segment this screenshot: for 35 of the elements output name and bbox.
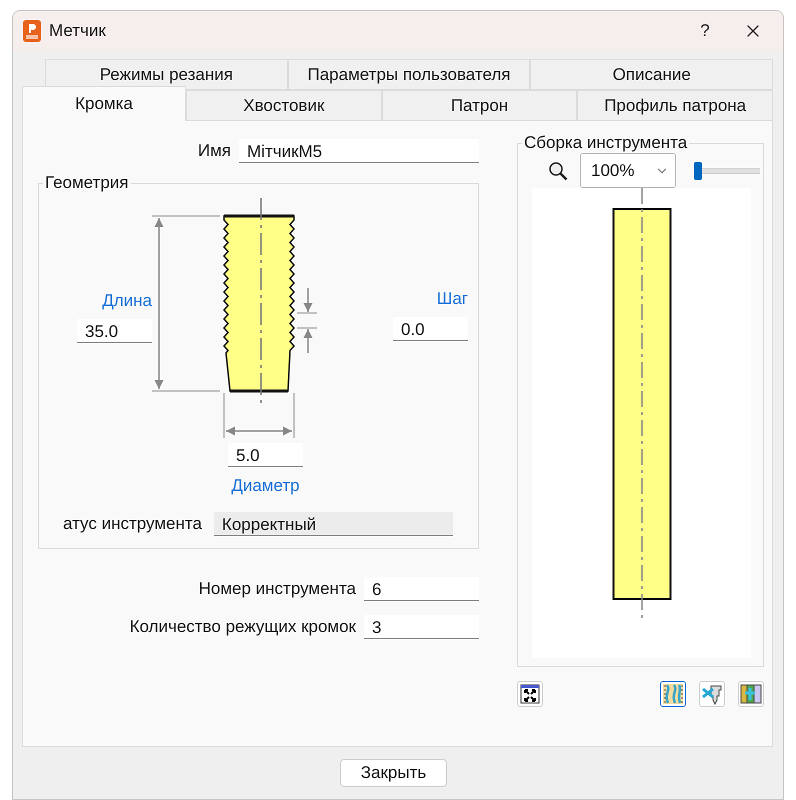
tab[interactable]: Профиль патрона: [577, 90, 774, 121]
diameter-field[interactable]: 5.0: [228, 443, 303, 467]
name-label: Имя: [198, 141, 231, 161]
pitch-label: Шаг: [436, 289, 468, 309]
length-label: Длина: [102, 291, 152, 311]
wavy-lines-icon: [662, 683, 684, 705]
window-title: Метчик: [49, 21, 107, 41]
toolbar-button[interactable]: [660, 681, 686, 707]
name-field[interactable]: МітчикM5: [239, 139, 479, 163]
expand-icon: [520, 684, 540, 704]
flutes-label: Количество режущих кромок: [130, 617, 356, 637]
tab[interactable]: Описание: [530, 59, 774, 90]
pitch-field[interactable]: 0.0: [393, 317, 468, 341]
tab[interactable]: Параметры пользователя: [288, 59, 530, 90]
drill-icon: [701, 683, 723, 705]
tool-number-field[interactable]: 6: [364, 577, 479, 601]
tab[interactable]: Хвостовик: [186, 90, 382, 121]
tab[interactable]: Патрон: [382, 90, 578, 121]
tool-number-label: Номер инструмента: [198, 579, 356, 599]
slider-thumb[interactable]: [694, 162, 702, 180]
tab[interactable]: Режимы резания: [45, 59, 288, 90]
group-title: Геометрия: [44, 173, 130, 193]
close-dialog-button[interactable]: Закрыть: [340, 759, 447, 787]
status-field[interactable]: Корректный: [214, 512, 453, 536]
zoom-icon: [548, 160, 568, 180]
app-icon: [23, 20, 41, 42]
group-title: Сборка инструмента: [523, 133, 688, 153]
status-label: атус инструмента: [63, 514, 202, 534]
columns-icon: [740, 683, 762, 705]
help-button[interactable]: ?: [685, 16, 725, 46]
flutes-field[interactable]: 3: [364, 615, 479, 639]
length-field[interactable]: 35.0: [77, 319, 152, 343]
zoom-select[interactable]: 100%: [580, 153, 676, 188]
diameter-label: Диаметр: [231, 476, 300, 496]
tab[interactable]: Кромка: [22, 86, 186, 121]
